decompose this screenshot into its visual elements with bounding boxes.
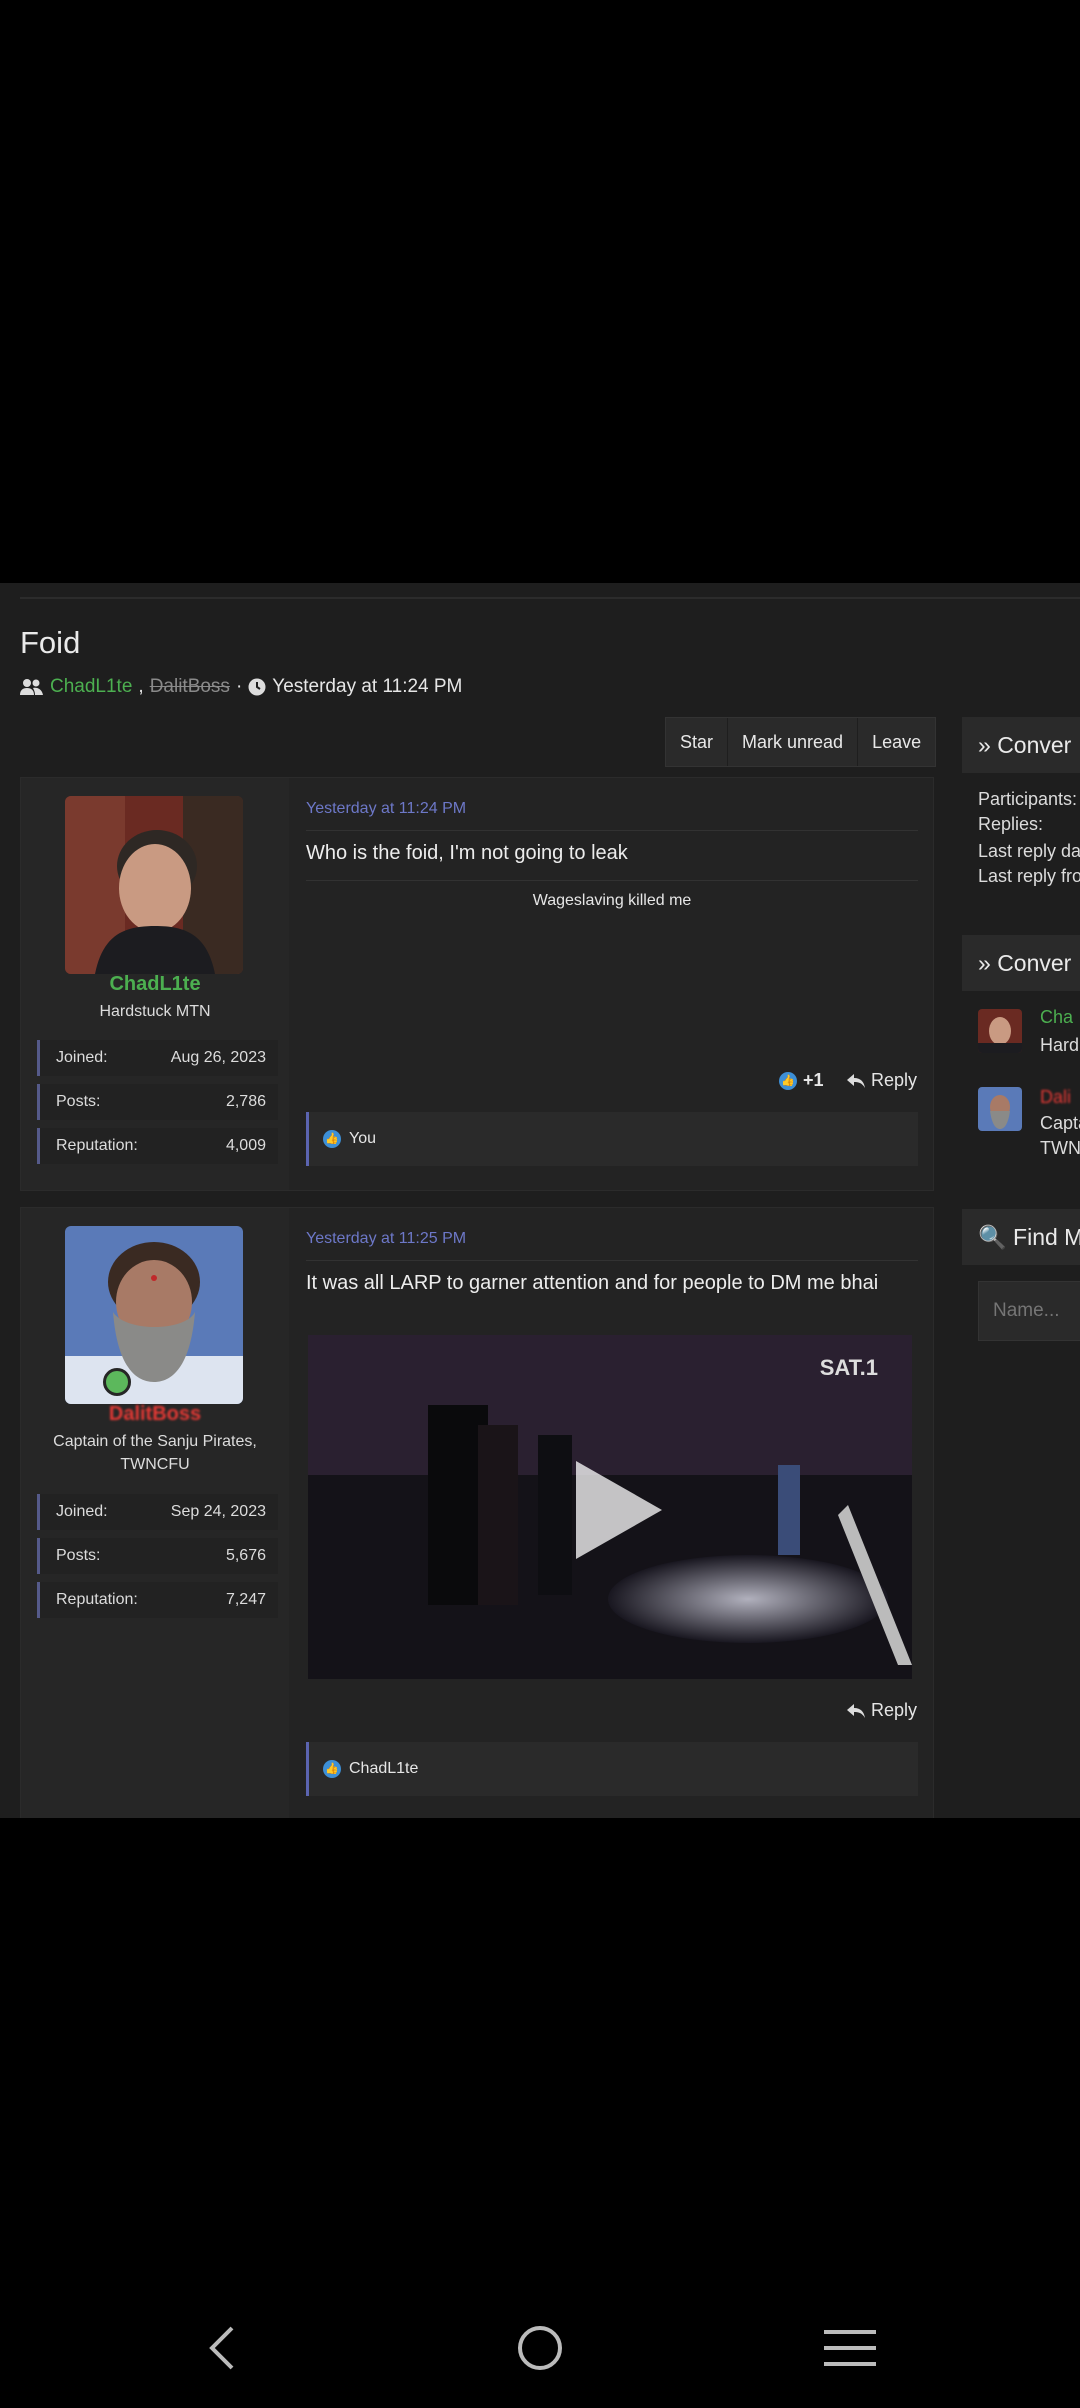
liked-by[interactable]: You: [349, 1130, 376, 1148]
post-time[interactable]: Yesterday at 11:25 PM: [306, 1230, 466, 1248]
reply-button[interactable]: Reply: [847, 1700, 917, 1721]
like-icon: 👍: [323, 1130, 341, 1148]
post-message: It was all LARP to garner attention and …: [306, 1272, 879, 1294]
system-nav-bar: [0, 2318, 1080, 2378]
users-icon: [20, 679, 43, 695]
channel-logo: SAT.1: [819, 1355, 878, 1380]
like-icon: 👍: [779, 1071, 797, 1090]
find-members-header: 🔍 Find M: [962, 1209, 1080, 1265]
liked-by[interactable]: ChadL1te: [349, 1760, 418, 1778]
avatar[interactable]: [978, 1009, 1022, 1053]
stat-reputation: Reputation: 4,009: [37, 1128, 278, 1164]
double-chevron-icon: »: [978, 732, 991, 758]
conversation-screen: Foid ChadL1te, DalitBoss · Yesterday at …: [0, 583, 1080, 1818]
avatar[interactable]: [65, 1226, 243, 1404]
message-post: ChadL1te Hardstuck MTN Joined: Aug 26, 20…: [20, 777, 934, 1191]
post-message: Who is the foid, I'm not going to leak: [306, 842, 628, 864]
participant-link[interactable]: ChadL1te: [50, 676, 132, 698]
leave-button[interactable]: Leave: [858, 718, 935, 766]
conversation-info-header: » Conver: [962, 717, 1080, 773]
star-button[interactable]: Star: [666, 718, 729, 766]
search-icon: 🔍: [978, 1224, 1007, 1250]
post-user-panel: DalitBoss Captain of the Sanju Pirates, T…: [21, 1208, 289, 1818]
post-user-panel: ChadL1te Hardstuck MTN Joined: Aug 26, 20…: [21, 778, 289, 1190]
double-chevron-icon: »: [978, 950, 991, 976]
participant-title: Hard: [1040, 1035, 1080, 1055]
mark-unread-button[interactable]: Mark unread: [728, 718, 859, 766]
thread-start-time: Yesterday at 11:24 PM: [272, 676, 463, 697]
like-icon: 👍: [323, 1760, 341, 1778]
post-time[interactable]: Yesterday at 11:24 PM: [306, 800, 466, 818]
stat-posts: Posts: 5,676: [37, 1538, 278, 1574]
menu-icon[interactable]: [824, 2328, 876, 2368]
username[interactable]: ChadL1te: [21, 973, 289, 996]
stat-reputation: Reputation: 7,247: [37, 1582, 278, 1618]
participant-link[interactable]: DalitBoss: [150, 676, 230, 698]
participant-title: TWN: [1040, 1138, 1080, 1158]
info-last-reply-date: Last reply da: [978, 841, 1080, 861]
user-title: Hardstuck MTN: [99, 1003, 211, 1020]
member-name-input[interactable]: [978, 1281, 1080, 1341]
play-icon[interactable]: [566, 1455, 666, 1565]
reply-button[interactable]: Reply: [847, 1070, 917, 1091]
reply-icon: [847, 1703, 865, 1718]
clock-icon: [248, 678, 266, 696]
info-replies: Replies:: [978, 814, 1044, 834]
reply-icon: [847, 1073, 865, 1088]
participant-name[interactable]: Cha: [1040, 1007, 1073, 1028]
avatar[interactable]: [65, 796, 243, 974]
stat-joined: Joined: Aug 26, 2023: [37, 1040, 278, 1076]
home-icon[interactable]: [516, 2324, 564, 2372]
thread-meta: ChadL1te, DalitBoss · Yesterday at 11:24…: [20, 676, 462, 698]
likes-bar: 👍 You: [306, 1112, 918, 1166]
stat-joined: Joined: Sep 24, 2023: [37, 1494, 278, 1530]
signature: Wageslaving killed me: [532, 892, 692, 909]
page-title: Foid: [20, 625, 81, 660]
participant-name[interactable]: Dali: [1040, 1087, 1071, 1108]
info-participants: Participants:: [978, 789, 1078, 809]
stat-posts: Posts: 2,786: [37, 1084, 278, 1120]
divider: [20, 597, 1080, 599]
avatar[interactable]: [978, 1087, 1022, 1131]
reaction-summary[interactable]: 👍 +1: [779, 1070, 824, 1091]
info-last-reply-from: Last reply fro: [978, 866, 1080, 886]
online-indicator: [103, 1368, 131, 1396]
user-title: Captain of the Sanju Pirates, TWNCFU: [53, 1433, 257, 1473]
thread-actions: Star Mark unread Leave: [665, 717, 937, 767]
participants-header: » Conver: [962, 935, 1080, 991]
participant-title: Capta: [1040, 1113, 1080, 1133]
username[interactable]: DalitBoss: [21, 1403, 289, 1426]
back-icon[interactable]: [206, 2326, 240, 2370]
likes-bar: 👍 ChadL1te: [306, 1742, 918, 1796]
video-embed[interactable]: SAT.1: [308, 1335, 912, 1679]
